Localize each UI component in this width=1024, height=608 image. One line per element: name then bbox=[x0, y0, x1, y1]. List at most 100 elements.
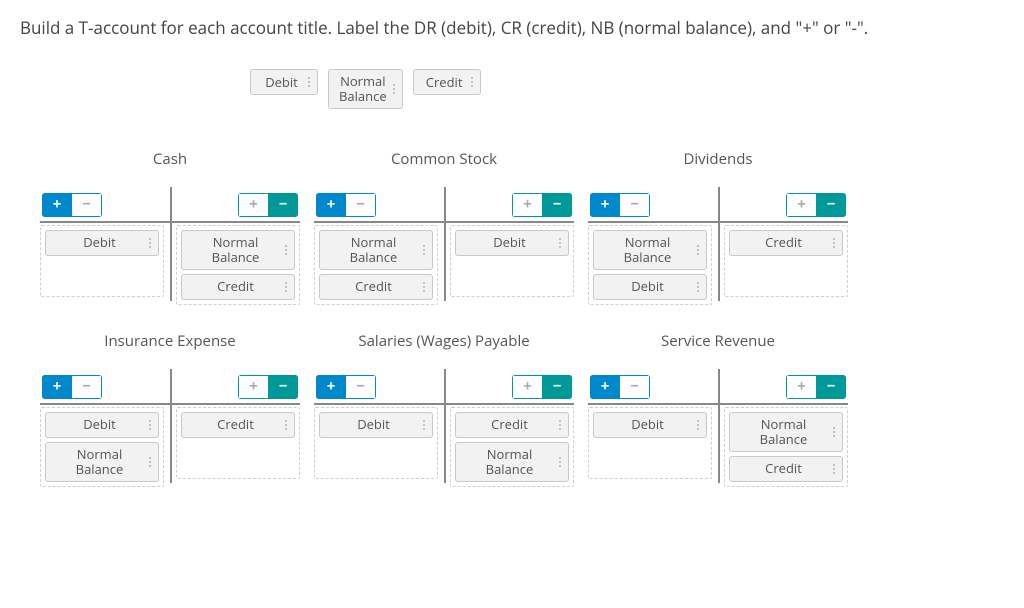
plus-minus-toggle[interactable]: +− bbox=[316, 193, 376, 217]
drag-handle-icon bbox=[833, 235, 836, 251]
t-top-right: +− bbox=[170, 369, 300, 403]
drag-handle-icon bbox=[833, 417, 836, 447]
account-title: Dividends bbox=[588, 149, 848, 169]
account-title: Common Stock bbox=[314, 149, 574, 169]
t-bottom-left: Normal Balance Credit bbox=[314, 221, 444, 301]
minus-button[interactable]: − bbox=[72, 193, 102, 217]
chip-label: Normal Balance bbox=[330, 235, 417, 265]
plus-button[interactable]: + bbox=[512, 193, 542, 217]
chip-normal-balance[interactable]: Normal Balance bbox=[181, 230, 295, 270]
plus-minus-toggle[interactable]: +− bbox=[786, 193, 846, 217]
plus-minus-toggle[interactable]: +− bbox=[512, 193, 572, 217]
minus-button[interactable]: − bbox=[816, 375, 846, 399]
t-bottom-left: Debit bbox=[314, 403, 444, 483]
plus-minus-toggle[interactable]: +− bbox=[590, 375, 650, 399]
minus-button[interactable]: − bbox=[346, 375, 376, 399]
dropzone-left[interactable]: Normal Balance Credit bbox=[314, 225, 438, 305]
chip-debit[interactable]: Debit bbox=[45, 230, 159, 256]
chip-credit[interactable]: Credit bbox=[181, 274, 295, 300]
chip-label: Credit bbox=[740, 461, 827, 476]
dropzone-right[interactable]: Credit Normal Balance bbox=[450, 407, 574, 487]
plus-button[interactable]: + bbox=[316, 375, 346, 399]
drag-handle-icon bbox=[471, 74, 474, 90]
minus-button[interactable]: − bbox=[72, 375, 102, 399]
minus-button[interactable]: − bbox=[268, 375, 298, 399]
minus-button[interactable]: − bbox=[346, 193, 376, 217]
chip-normal-balance[interactable]: Normal Balance bbox=[593, 230, 707, 270]
plus-button[interactable]: + bbox=[316, 193, 346, 217]
account: Salaries (Wages) Payable+−+−DebitCreditN… bbox=[314, 331, 574, 483]
chip-credit[interactable]: Credit bbox=[319, 274, 433, 300]
chip-credit[interactable]: Credit bbox=[729, 456, 843, 482]
plus-button[interactable]: + bbox=[238, 375, 268, 399]
plus-minus-toggle[interactable]: +− bbox=[590, 193, 650, 217]
chip-credit[interactable]: Credit bbox=[455, 412, 569, 438]
pool-chip-credit[interactable]: Credit bbox=[413, 69, 481, 95]
drag-handle-icon bbox=[393, 74, 396, 104]
plus-minus-toggle[interactable]: +− bbox=[42, 375, 102, 399]
account-title: Service Revenue bbox=[588, 331, 848, 351]
account: Insurance Expense+−+−DebitNormal Balance… bbox=[40, 331, 300, 483]
dropzone-left[interactable]: Debit Normal Balance bbox=[40, 407, 164, 487]
dropzone-right[interactable]: Credit bbox=[724, 225, 848, 297]
chip-label: Normal Balance bbox=[339, 74, 387, 104]
plus-button[interactable]: + bbox=[42, 375, 72, 399]
plus-button[interactable]: + bbox=[786, 375, 816, 399]
drag-handle-icon bbox=[559, 447, 562, 477]
chip-normal-balance[interactable]: Normal Balance bbox=[729, 412, 843, 452]
chip-credit[interactable]: Credit bbox=[181, 412, 295, 438]
dropzone-left[interactable]: Debit bbox=[40, 225, 164, 297]
minus-button[interactable]: − bbox=[542, 375, 572, 399]
chip-normal-balance[interactable]: Normal Balance bbox=[455, 442, 569, 482]
dropzone-right[interactable]: Debit bbox=[450, 225, 574, 297]
dropzone-left[interactable]: Debit bbox=[314, 407, 438, 479]
drag-handle-icon bbox=[559, 235, 562, 251]
minus-button[interactable]: − bbox=[620, 193, 650, 217]
drag-handle-icon bbox=[559, 417, 562, 433]
chip-normal-balance[interactable]: Normal Balance bbox=[45, 442, 159, 482]
chip-debit[interactable]: Debit bbox=[593, 412, 707, 438]
plus-button[interactable]: + bbox=[238, 193, 268, 217]
drag-handle-icon bbox=[149, 447, 152, 477]
plus-button[interactable]: + bbox=[590, 375, 620, 399]
minus-button[interactable]: − bbox=[542, 193, 572, 217]
plus-button[interactable]: + bbox=[590, 193, 620, 217]
chip-label: Credit bbox=[424, 75, 465, 90]
dropzone-left[interactable]: Debit bbox=[588, 407, 712, 479]
dropzone-left[interactable]: Normal Balance Debit bbox=[588, 225, 712, 305]
plus-minus-toggle[interactable]: +− bbox=[238, 375, 298, 399]
plus-button[interactable]: + bbox=[786, 193, 816, 217]
chip-debit[interactable]: Debit bbox=[319, 412, 433, 438]
plus-minus-toggle[interactable]: +− bbox=[238, 193, 298, 217]
plus-minus-toggle[interactable]: +− bbox=[316, 375, 376, 399]
chip-label: Credit bbox=[192, 417, 279, 432]
plus-button[interactable]: + bbox=[42, 193, 72, 217]
t-bottom-right: Credit bbox=[718, 221, 848, 301]
chip-normal-balance[interactable]: Normal Balance bbox=[319, 230, 433, 270]
account: Common Stock+−+−Normal BalanceCreditDebi… bbox=[314, 149, 574, 301]
minus-button[interactable]: − bbox=[816, 193, 846, 217]
chip-credit[interactable]: Credit bbox=[729, 230, 843, 256]
chip-label: Debit bbox=[56, 417, 143, 432]
dropzone-right[interactable]: Normal Balance Credit bbox=[176, 225, 300, 305]
minus-button[interactable]: − bbox=[620, 375, 650, 399]
minus-button[interactable]: − bbox=[268, 193, 298, 217]
plus-minus-toggle[interactable]: +− bbox=[786, 375, 846, 399]
chip-pool: Debit Normal Balance Credit bbox=[250, 69, 1004, 109]
plus-button[interactable]: + bbox=[512, 375, 542, 399]
chip-debit[interactable]: Debit bbox=[455, 230, 569, 256]
chip-label: Debit bbox=[56, 235, 143, 250]
dropzone-right[interactable]: Credit bbox=[176, 407, 300, 479]
dropzone-right[interactable]: Normal Balance Credit bbox=[724, 407, 848, 487]
t-bottom-right: Credit bbox=[170, 403, 300, 483]
pool-chip-debit[interactable]: Debit bbox=[250, 69, 318, 95]
t-bottom-right: Debit bbox=[444, 221, 574, 301]
chip-debit[interactable]: Debit bbox=[593, 274, 707, 300]
plus-minus-toggle[interactable]: +− bbox=[512, 375, 572, 399]
t-top-right: +− bbox=[444, 369, 574, 403]
plus-minus-toggle[interactable]: +− bbox=[42, 193, 102, 217]
chip-label: Credit bbox=[740, 235, 827, 250]
t-account: +−+−DebitNormal BalanceCredit bbox=[40, 187, 300, 301]
pool-chip-normal-balance[interactable]: Normal Balance bbox=[328, 69, 403, 109]
chip-debit[interactable]: Debit bbox=[45, 412, 159, 438]
